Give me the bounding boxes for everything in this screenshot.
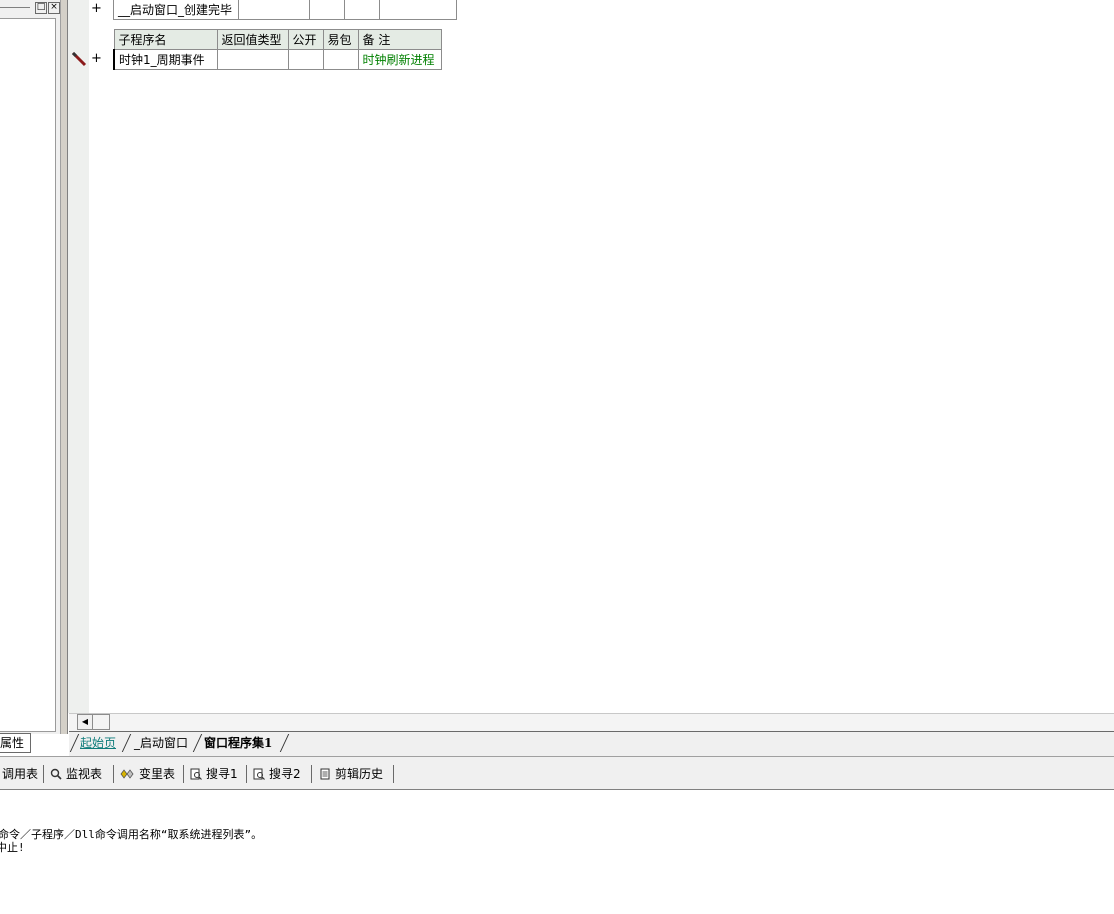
procedure-table: 子程序名 返回值类型 公开 易包 备 注 时钟1_周期事件 时钟刷新进程 [113, 29, 442, 70]
tool-divider [311, 765, 312, 783]
header-note: 备 注 [357, 29, 442, 50]
output-line: 中止! [0, 841, 25, 854]
tool-divider [246, 765, 247, 783]
header-procedure-name: 子程序名 [113, 29, 218, 50]
scroll-left-arrow-icon[interactable]: ◀ [77, 714, 93, 730]
procedure-table-top: __启动窗口_创建完毕 [113, 0, 457, 20]
search-1-label: 搜寻1 [206, 767, 238, 781]
tool-search-2[interactable]: 搜寻2 [253, 765, 301, 783]
close-icon[interactable]: × [48, 2, 60, 14]
search-2-label: 搜寻2 [269, 767, 301, 781]
output-panel[interactable] [0, 790, 1114, 914]
expand-icon[interactable]: + [91, 51, 102, 66]
tool-variable-table[interactable]: 变里表 [119, 765, 175, 783]
return-type-cell[interactable] [238, 0, 310, 20]
watch-table-label: 监视表 [66, 767, 103, 781]
tab-window-procedure-set[interactable]: 窗口程序集1 [204, 734, 272, 752]
horizontal-scrollbar[interactable] [69, 713, 1114, 731]
tool-search-1[interactable]: 搜寻1 [190, 765, 238, 783]
procedure-name-cell[interactable]: __启动窗口_创建完毕 [113, 0, 239, 20]
search-doc-icon [253, 768, 265, 780]
header-easy-pkg: 易包 [322, 29, 359, 50]
header-public: 公开 [287, 29, 324, 50]
magnifier-icon [50, 768, 62, 780]
call-table-label: 调用表 [2, 767, 39, 781]
editor-gutter [68, 0, 89, 713]
tool-call-table[interactable]: 调用表 [2, 765, 38, 783]
output-line: 命令／子程序／Dll命令调用名称“取系统进程列表”。 [0, 828, 263, 841]
note-cell[interactable] [379, 0, 457, 20]
scroll-thumb[interactable] [92, 714, 110, 730]
public-cell[interactable] [287, 49, 324, 70]
tool-watch-table[interactable]: 监视表 [50, 765, 102, 783]
tab-start-page[interactable]: 起始页 [80, 734, 116, 752]
easy-pkg-cell[interactable] [344, 0, 380, 20]
tool-divider [393, 765, 394, 783]
public-cell[interactable] [309, 0, 345, 20]
return-type-cell[interactable] [216, 49, 289, 70]
tab-startup-window[interactable]: _启动窗口 [134, 734, 188, 752]
clipboard-history-label: 剪辑历史 [335, 767, 384, 781]
table-row[interactable]: 时钟1_周期事件 时钟刷新进程 [113, 49, 442, 70]
variable-table-icon [120, 769, 134, 779]
panel-title-line [0, 7, 30, 8]
procedure-name-cell[interactable]: 时钟1_周期事件 [113, 49, 218, 70]
table-header-row: 子程序名 返回值类型 公开 易包 备 注 [113, 29, 442, 50]
restore-icon[interactable]: □ [35, 2, 47, 14]
header-return-type: 返回值类型 [216, 29, 289, 50]
editor-left-border [61, 0, 68, 734]
variable-table-label: 变里表 [139, 767, 176, 781]
property-list[interactable] [0, 18, 56, 732]
expand-icon[interactable]: + [91, 1, 102, 16]
tool-divider [113, 765, 114, 783]
tab-properties[interactable]: 属性 [0, 733, 31, 753]
tool-clipboard-history[interactable]: 剪辑历史 [319, 765, 383, 783]
tool-divider [43, 765, 44, 783]
edit-pencil-icon [71, 51, 87, 67]
easy-pkg-cell[interactable] [322, 49, 359, 70]
search-doc-icon [190, 768, 202, 780]
tool-divider [183, 765, 184, 783]
note-cell[interactable]: 时钟刷新进程 [357, 49, 442, 70]
clipboard-history-icon [320, 768, 330, 780]
code-editor[interactable] [89, 0, 1114, 713]
